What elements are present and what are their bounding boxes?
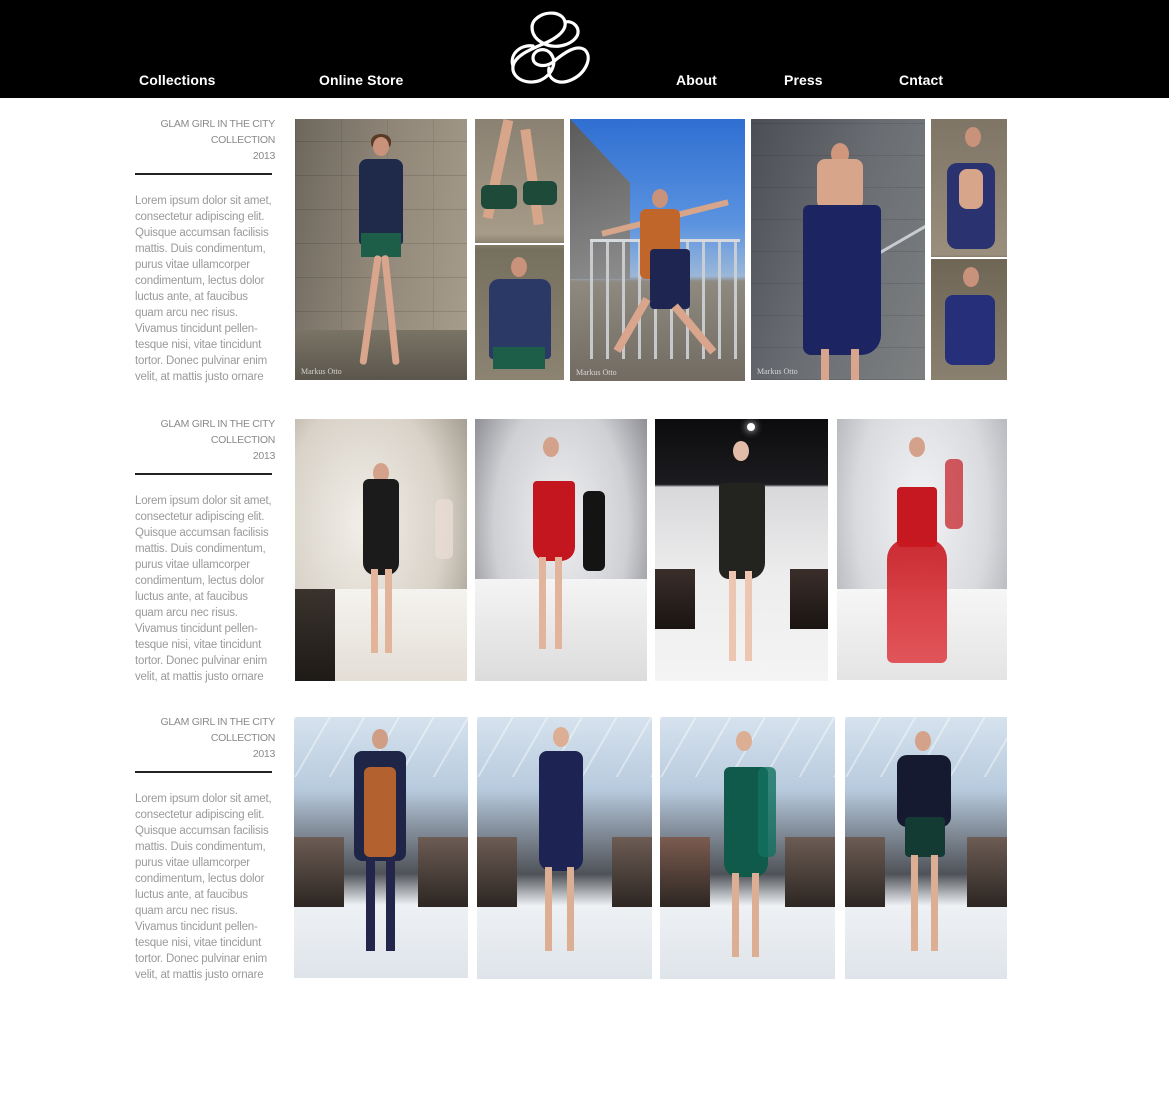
collection-photo[interactable] xyxy=(477,717,652,979)
brand-logo[interactable] xyxy=(507,10,591,88)
collection-photo[interactable]: Markus Otto xyxy=(295,119,467,380)
divider xyxy=(135,173,272,175)
collection-info: GLAM GIRL IN THE CITY COLLECTION 2013 Lo… xyxy=(135,714,275,983)
collection-photo[interactable] xyxy=(294,717,468,978)
collection-title-line2: COLLECTION xyxy=(210,134,275,146)
nav-about[interactable]: About xyxy=(676,72,717,88)
collection-photo[interactable]: Markus Otto xyxy=(570,119,745,381)
collection-title-line2: COLLECTION xyxy=(210,732,275,744)
divider xyxy=(135,473,272,475)
collection-year: 2013 xyxy=(252,748,275,760)
nav-contact[interactable]: Cntact xyxy=(899,72,943,88)
collection-description: Lorem ipsum dolor sit amet, consectetur … xyxy=(135,495,272,683)
collection-description: Lorem ipsum dolor sit amet, consectetur … xyxy=(135,793,272,981)
collection-photo[interactable] xyxy=(475,119,564,380)
collection-photo[interactable] xyxy=(660,717,835,979)
collection-title: GLAM GIRL IN THE CITY COLLECTION 2013 xyxy=(135,116,276,164)
collection-row-1: GLAM GIRL IN THE CITY COLLECTION 2013 Lo… xyxy=(0,116,1169,386)
nav-press[interactable]: Press xyxy=(784,72,823,88)
collection-title-line1: GLAM GIRL IN THE CITY xyxy=(160,716,276,728)
collection-row-3: GLAM GIRL IN THE CITY COLLECTION 2013 Lo… xyxy=(0,714,1169,984)
collection-title: GLAM GIRL IN THE CITY COLLECTION 2013 xyxy=(135,416,276,464)
collection-title-line2: COLLECTION xyxy=(210,434,275,446)
collection-year: 2013 xyxy=(252,150,275,162)
collection-photo[interactable] xyxy=(837,419,1007,680)
nav-collections[interactable]: Collections xyxy=(139,72,216,88)
collection-row-2: GLAM GIRL IN THE CITY COLLECTION 2013 Lo… xyxy=(0,416,1169,686)
collection-info: GLAM GIRL IN THE CITY COLLECTION 2013 Lo… xyxy=(135,416,275,685)
collection-description: Lorem ipsum dolor sit amet, consectetur … xyxy=(135,195,272,383)
divider xyxy=(135,771,272,773)
collection-title-line1: GLAM GIRL IN THE CITY xyxy=(160,418,276,430)
collection-year: 2013 xyxy=(252,450,275,462)
nav-online-store[interactable]: Online Store xyxy=(319,72,403,88)
collection-photo[interactable] xyxy=(475,419,647,681)
collection-photo[interactable] xyxy=(295,419,467,681)
collection-photo[interactable] xyxy=(655,419,828,681)
collection-photo[interactable] xyxy=(931,119,1007,380)
collection-title: GLAM GIRL IN THE CITY COLLECTION 2013 xyxy=(135,714,276,762)
collection-title-line1: GLAM GIRL IN THE CITY xyxy=(160,118,276,130)
collection-info: GLAM GIRL IN THE CITY COLLECTION 2013 Lo… xyxy=(135,116,275,385)
header-bar: Collections Online Store About Press Cnt… xyxy=(0,0,1169,98)
collection-photo[interactable] xyxy=(845,717,1007,979)
collection-photo[interactable]: Markus Otto xyxy=(751,119,925,380)
